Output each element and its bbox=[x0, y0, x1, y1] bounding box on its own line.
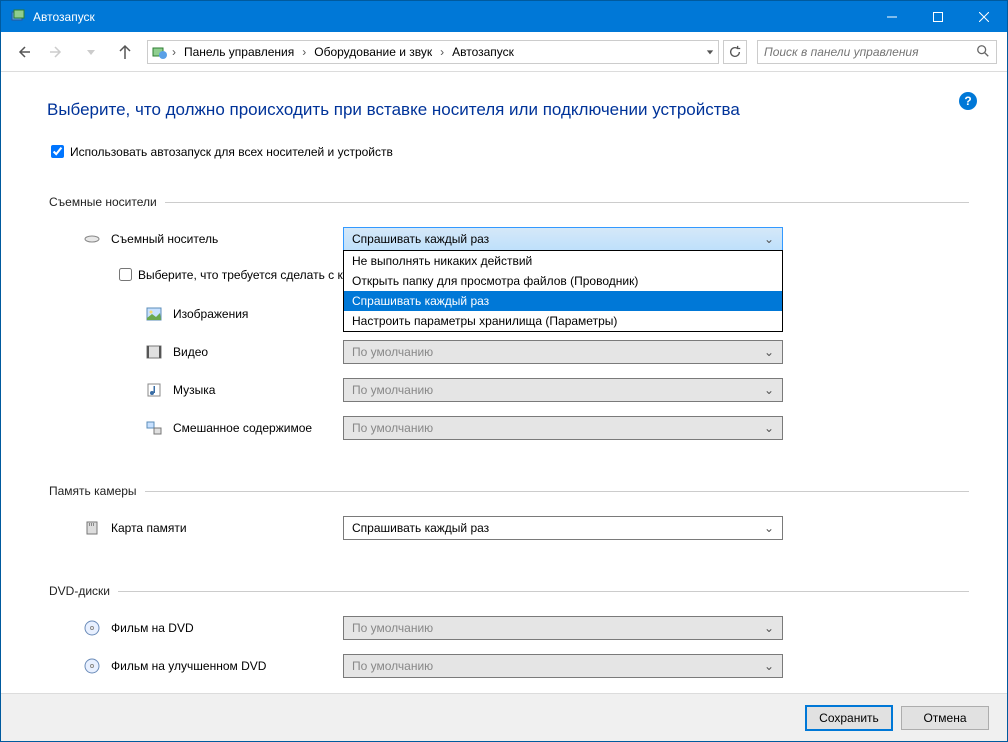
chevron-right-icon[interactable]: › bbox=[438, 45, 446, 59]
cancel-button[interactable]: Отмена bbox=[901, 706, 989, 730]
group-dvd: DVD-диски Фильм на DVD По умолчанию⌄ Фил… bbox=[47, 584, 969, 692]
mixed-label: Смешанное содержимое bbox=[173, 421, 312, 435]
close-button[interactable] bbox=[961, 1, 1007, 32]
group-removable-legend: Съемные носители bbox=[47, 195, 165, 209]
up-button[interactable] bbox=[113, 40, 137, 64]
search-icon[interactable] bbox=[976, 44, 992, 60]
minimize-button[interactable] bbox=[869, 1, 915, 32]
dvd-combo[interactable]: По умолчанию⌄ bbox=[343, 616, 783, 640]
chevron-down-icon: ⌄ bbox=[764, 621, 778, 635]
images-icon bbox=[145, 306, 163, 322]
chevron-down-icon: ⌄ bbox=[764, 659, 778, 673]
video-icon bbox=[145, 344, 163, 360]
breadcrumb-autoplay[interactable]: Автозапуск bbox=[446, 41, 520, 63]
option-open-folder[interactable]: Открыть папку для просмотра файлов (Пров… bbox=[344, 271, 782, 291]
search-box[interactable] bbox=[757, 40, 997, 64]
breadcrumb-control-panel[interactable]: Панель управления bbox=[178, 41, 300, 63]
location-icon bbox=[148, 44, 170, 60]
forward-button[interactable] bbox=[45, 40, 69, 64]
removable-combo[interactable]: Спрашивать каждый раз ⌄ Не выполнять ник… bbox=[343, 227, 783, 251]
maximize-button[interactable] bbox=[915, 1, 961, 32]
titlebar: Автозапуск bbox=[1, 1, 1007, 32]
removable-combo-value: Спрашивать каждый раз bbox=[352, 232, 764, 246]
use-autoplay-label: Использовать автозапуск для всех носител… bbox=[70, 145, 393, 159]
content-area: ? Выберите, что должно происходить при в… bbox=[1, 72, 1007, 693]
chevron-down-icon: ⌄ bbox=[764, 421, 778, 435]
mixed-combo[interactable]: По умолчанию⌄ bbox=[343, 416, 783, 440]
mixed-icon bbox=[145, 420, 163, 436]
footer: Сохранить Отмена bbox=[1, 693, 1007, 741]
chevron-down-icon: ⌄ bbox=[764, 345, 778, 359]
dvd2-combo[interactable]: По умолчанию⌄ bbox=[343, 654, 783, 678]
removable-drive-icon bbox=[83, 231, 101, 247]
camera-combo[interactable]: Спрашивать каждый раз⌄ bbox=[343, 516, 783, 540]
video-combo[interactable]: По умолчанию⌄ bbox=[343, 340, 783, 364]
save-button[interactable]: Сохранить bbox=[805, 705, 893, 731]
music-combo[interactable]: По умолчанию⌄ bbox=[343, 378, 783, 402]
page-heading: Выберите, что должно происходить при вст… bbox=[47, 100, 969, 120]
app-icon bbox=[11, 9, 27, 25]
nav-toolbar: › Панель управления › Оборудование и зву… bbox=[1, 32, 1007, 72]
address-bar[interactable]: › Панель управления › Оборудование и зву… bbox=[147, 40, 719, 64]
window-title: Автозапуск bbox=[33, 10, 869, 24]
address-history-dropdown[interactable] bbox=[700, 41, 718, 63]
music-icon bbox=[145, 382, 163, 398]
removable-label: Съемный носитель bbox=[111, 232, 218, 246]
use-autoplay-input[interactable] bbox=[51, 145, 64, 158]
dvd-icon bbox=[83, 620, 101, 636]
option-storage-settings[interactable]: Настроить параметры хранилища (Параметры… bbox=[344, 311, 782, 331]
group-dvd-legend: DVD-диски bbox=[47, 584, 118, 598]
group-removable: Съемные носители Съемный носитель Спраши… bbox=[47, 195, 969, 454]
option-noaction[interactable]: Не выполнять никаких действий bbox=[344, 251, 782, 271]
use-autoplay-checkbox[interactable]: Использовать автозапуск для всех носител… bbox=[47, 142, 969, 161]
dvd-label: Фильм на DVD bbox=[111, 621, 194, 635]
dvd-enhanced-icon bbox=[83, 658, 101, 674]
search-input[interactable] bbox=[762, 44, 976, 60]
chevron-down-icon: ⌄ bbox=[764, 232, 778, 246]
chevron-down-icon: ⌄ bbox=[764, 383, 778, 397]
images-label: Изображения bbox=[173, 307, 248, 321]
dvd2-label: Фильм на улучшенном DVD bbox=[111, 659, 266, 673]
option-ask[interactable]: Спрашивать каждый раз bbox=[344, 291, 782, 311]
help-icon[interactable]: ? bbox=[959, 92, 977, 110]
breadcrumbs: Панель управления › Оборудование и звук … bbox=[178, 41, 700, 63]
chevron-down-icon: ⌄ bbox=[764, 521, 778, 535]
media-type-input[interactable] bbox=[119, 268, 132, 281]
memory-card-icon bbox=[83, 520, 101, 536]
music-label: Музыка bbox=[173, 383, 215, 397]
back-button[interactable] bbox=[11, 40, 35, 64]
window: Автозапуск › Панель управления › Оборудо… bbox=[0, 0, 1008, 742]
recent-dropdown[interactable] bbox=[79, 40, 103, 64]
removable-dropdown: Не выполнять никаких действий Открыть па… bbox=[343, 250, 783, 332]
video-label: Видео bbox=[173, 345, 208, 359]
group-camera: Память камеры Карта памяти Спрашивать ка… bbox=[47, 484, 969, 554]
chevron-right-icon[interactable]: › bbox=[170, 45, 178, 59]
breadcrumb-hardware[interactable]: Оборудование и звук bbox=[308, 41, 438, 63]
chevron-right-icon[interactable]: › bbox=[300, 45, 308, 59]
group-camera-legend: Память камеры bbox=[47, 484, 145, 498]
refresh-button[interactable] bbox=[723, 40, 747, 64]
camera-label: Карта памяти bbox=[111, 521, 187, 535]
